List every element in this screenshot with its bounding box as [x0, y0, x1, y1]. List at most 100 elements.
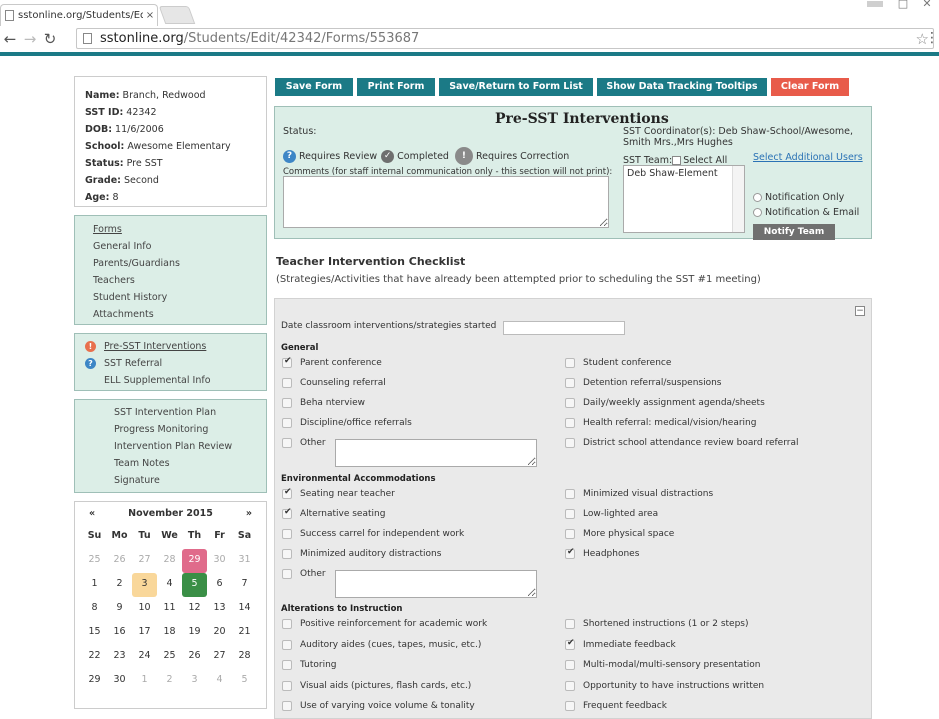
environmental-other-textarea[interactable]: [335, 570, 537, 598]
calendar-day[interactable]: 31: [232, 549, 257, 573]
checklist-item[interactable]: Minimized visual distractions: [565, 489, 713, 499]
calendar-day[interactable]: 9: [107, 597, 132, 621]
calendar-day[interactable]: 3: [132, 573, 157, 597]
calendar-day[interactable]: 29: [82, 669, 107, 693]
calendar-day[interactable]: 28: [157, 549, 182, 573]
reload-icon[interactable]: ↻: [40, 30, 60, 48]
calendar-day[interactable]: 26: [182, 645, 207, 669]
checklist-checkbox[interactable]: [565, 660, 575, 670]
notify-team-button[interactable]: Notify Team: [753, 224, 835, 240]
comments-textarea[interactable]: [283, 176, 609, 228]
calendar-day[interactable]: 11: [157, 597, 182, 621]
calendar-day[interactable]: 22: [82, 645, 107, 669]
clear-form-button[interactable]: Clear Form: [771, 78, 849, 96]
checklist-checkbox[interactable]: [282, 619, 292, 629]
calendar-day[interactable]: 25: [157, 645, 182, 669]
calendar-day[interactable]: 27: [207, 645, 232, 669]
calendar-day[interactable]: 4: [157, 573, 182, 597]
calendar-day[interactable]: 18: [157, 621, 182, 645]
checklist-item[interactable]: Multi-modal/multi-sensory presentation: [565, 660, 761, 670]
select-additional-users-link[interactable]: Select Additional Users: [753, 152, 863, 163]
checklist-checkbox[interactable]: [282, 569, 292, 579]
forward-icon[interactable]: →: [20, 30, 40, 48]
general-other-textarea[interactable]: [335, 439, 537, 467]
team-list-scrollbar[interactable]: [732, 166, 744, 232]
checklist-checkbox[interactable]: [282, 549, 292, 559]
maximize-icon[interactable]: □: [891, 0, 915, 12]
minimize-icon[interactable]: [867, 1, 883, 7]
checklist-item[interactable]: Health referral: medical/vision/hearing: [565, 418, 756, 428]
checklist-item[interactable]: District school attendance review board …: [565, 438, 798, 448]
requires-review-icon[interactable]: ?: [283, 149, 296, 163]
calendar-day[interactable]: 27: [132, 549, 157, 573]
calendar-day[interactable]: 5: [232, 669, 257, 693]
checklist-item[interactable]: Headphones: [565, 547, 639, 559]
nav-attachments[interactable]: Attachments: [93, 306, 248, 323]
calendar-day[interactable]: 29: [182, 549, 207, 573]
checklist-checkbox[interactable]: [565, 378, 575, 388]
calendar-day[interactable]: 1: [82, 573, 107, 597]
print-form-button[interactable]: Print Form: [357, 78, 435, 96]
completed-icon[interactable]: ✓: [381, 149, 395, 163]
browser-tab[interactable]: sstonline.org/Students/Ed ×: [0, 4, 158, 26]
checklist-item[interactable]: Minimized auditory distractions: [282, 549, 441, 559]
calendar-day[interactable]: 21: [232, 621, 257, 645]
plan-team-notes[interactable]: Team Notes: [114, 455, 256, 472]
calendar-day[interactable]: 30: [107, 669, 132, 693]
form-sst-referral-label[interactable]: SST Referral: [104, 355, 162, 372]
checklist-checkbox[interactable]: [565, 358, 575, 368]
team-member[interactable]: Deb Shaw-Element: [627, 168, 741, 179]
date-started-input[interactable]: [503, 321, 625, 335]
calendar-prev-button[interactable]: «: [89, 508, 95, 519]
calendar-day[interactable]: 2: [157, 669, 182, 693]
checklist-checkbox[interactable]: [565, 680, 575, 691]
checklist-item[interactable]: Parent conference: [282, 356, 382, 368]
checklist-checkbox[interactable]: [565, 489, 575, 499]
checklist-item[interactable]: Positive reinforcement for academic work: [282, 619, 487, 629]
checklist-checkbox[interactable]: [282, 529, 292, 539]
checklist-checkbox[interactable]: [282, 438, 292, 448]
form-ell-info-label[interactable]: ELL Supplemental Info: [104, 372, 211, 389]
calendar-day[interactable]: 15: [82, 621, 107, 645]
calendar-day[interactable]: 16: [107, 621, 132, 645]
checklist-checkbox[interactable]: [282, 680, 292, 691]
checklist-item[interactable]: Discipline/office referrals: [282, 418, 412, 428]
calendar-day[interactable]: 25: [82, 549, 107, 573]
notification-only-option[interactable]: Notification Only: [753, 192, 844, 203]
address-bar[interactable]: sstonline.org/Students/Edit/42342/Forms/…: [76, 28, 934, 49]
checklist-checkbox[interactable]: [565, 529, 575, 539]
data-tooltips-button[interactable]: Show Data Tracking Tooltips: [597, 78, 767, 96]
requires-correction-icon[interactable]: !: [454, 147, 473, 165]
calendar-day[interactable]: 24: [132, 645, 157, 669]
nav-forms[interactable]: Forms: [93, 221, 248, 238]
checklist-checkbox[interactable]: [565, 438, 575, 448]
checklist-checkbox[interactable]: [282, 398, 292, 408]
checklist-item[interactable]: Detention referral/suspensions: [565, 378, 722, 388]
checklist-item[interactable]: Beha nterview: [282, 398, 365, 408]
select-all-checkbox[interactable]: [672, 156, 682, 165]
sst-team-list[interactable]: Deb Shaw-Element: [623, 165, 745, 233]
plan-signature[interactable]: Signature: [114, 472, 256, 489]
checklist-item[interactable]: Other: [282, 438, 326, 448]
checklist-checkbox[interactable]: [565, 619, 575, 629]
checklist-checkbox[interactable]: [282, 418, 292, 428]
calendar-day[interactable]: 4: [207, 669, 232, 693]
checklist-checkbox[interactable]: [282, 356, 292, 368]
calendar-next-button[interactable]: »: [246, 508, 252, 519]
checklist-item[interactable]: Daily/weekly assignment agenda/sheets: [565, 398, 765, 408]
calendar-day[interactable]: 20: [207, 621, 232, 645]
plan-progress-monitoring[interactable]: Progress Monitoring: [114, 421, 256, 438]
nav-teachers[interactable]: Teachers: [93, 272, 248, 289]
checklist-checkbox[interactable]: [282, 507, 292, 519]
checklist-item[interactable]: Use of varying voice volume & tonality: [282, 701, 475, 711]
plan-intervention-review[interactable]: Intervention Plan Review: [114, 438, 256, 455]
checklist-checkbox[interactable]: [282, 701, 292, 711]
calendar-day[interactable]: 17: [132, 621, 157, 645]
collapse-icon[interactable]: −: [855, 306, 865, 316]
checklist-item[interactable]: More physical space: [565, 529, 674, 539]
notification-email-option[interactable]: Notification & Email: [753, 207, 859, 218]
plan-sst-intervention[interactable]: SST Intervention Plan: [114, 404, 256, 421]
checklist-checkbox[interactable]: [282, 639, 292, 650]
close-window-icon[interactable]: ✕: [915, 0, 939, 12]
calendar-day[interactable]: 7: [232, 573, 257, 597]
